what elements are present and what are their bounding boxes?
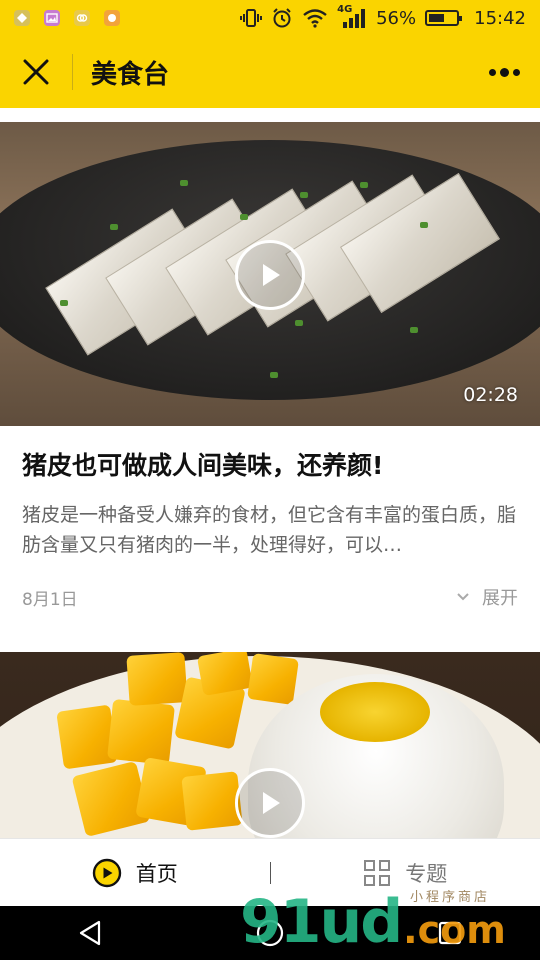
title-divider [72, 54, 73, 90]
thumbnail-garnish [295, 320, 303, 326]
battery-percent: 56% [376, 7, 417, 29]
status-time: 15:42 [474, 7, 526, 29]
network-type: 4G [337, 4, 353, 15]
article-description: 猪皮是一种备受人嫌弃的食材，但它含有丰富的蛋白质，脂肪含量又只有猪肉的一半，处理… [22, 504, 517, 556]
more-dot [499, 67, 509, 77]
video-duration: 02:28 [463, 384, 518, 406]
battery-level [429, 14, 444, 22]
article-date: 8月1日 [22, 589, 78, 610]
thumbnail-food [247, 653, 299, 705]
thumbnail-garnish [180, 180, 188, 186]
feed-top-spacer [0, 108, 540, 122]
video-thumbnail[interactable] [0, 652, 540, 838]
tab-home[interactable]: 首页 [0, 839, 270, 906]
thumbnail-garnish [360, 182, 368, 188]
thumbnail-food [181, 771, 243, 831]
thumbnail-garnish [300, 192, 308, 198]
status-bar-notifications [14, 10, 120, 26]
play-icon [263, 264, 280, 286]
close-button[interactable] [0, 36, 72, 108]
title-bar: 美食台 [0, 36, 540, 108]
play-circle-icon [92, 858, 121, 887]
page-title: 美食台 [91, 59, 170, 90]
back-button[interactable] [60, 906, 120, 960]
play-icon [263, 792, 280, 814]
thumbnail-garnish [240, 214, 248, 220]
thumbnail-garnish [270, 372, 278, 378]
thumbnail-food [126, 652, 188, 706]
watermark-logo: 91ud [240, 887, 403, 957]
article-card[interactable] [0, 652, 540, 838]
article-spacer [0, 612, 540, 652]
cellular-signal-icon: 4G [337, 4, 367, 29]
gallery-icon [44, 10, 60, 26]
thumbnail-food [107, 698, 175, 766]
chevron-down-icon [457, 593, 469, 601]
grid-icon [364, 859, 391, 886]
play-button[interactable] [235, 768, 305, 838]
back-triangle-icon [79, 920, 101, 946]
app-notification-icon [74, 10, 90, 26]
tab-home-label: 首页 [135, 861, 178, 886]
watermark-tagline: 小程序商店 [410, 890, 491, 905]
article-feed[interactable]: 02:28 猪皮也可做成人间美味，还养颜! 猪皮是一种备受人嫌弃的食材，但它含有… [0, 108, 540, 838]
status-bar-indicators: 4G 56% 15:42 [240, 4, 526, 29]
expand-label: 展开 [482, 588, 518, 609]
play-button[interactable] [235, 240, 305, 310]
expand-button[interactable]: 展开 [456, 584, 518, 610]
video-thumbnail[interactable]: 02:28 [0, 122, 540, 426]
alarm-icon [271, 7, 293, 29]
thumbnail-garnish [320, 682, 430, 742]
watermark-domain: .com [403, 908, 506, 952]
wifi-icon [302, 8, 328, 28]
app-notification-icon [104, 10, 120, 26]
thumbnail-garnish [420, 222, 428, 228]
more-dot [488, 68, 496, 76]
thumbnail-garnish [110, 224, 118, 230]
battery-icon [425, 10, 463, 26]
article-meta: 8月1日 展开 [22, 582, 518, 612]
more-dot [512, 68, 520, 76]
vibrate-icon [240, 8, 263, 28]
article-title[interactable]: 猪皮也可做成人间美味，还养颜! [22, 448, 518, 484]
status-bar: 4G 56% 15:42 [0, 0, 540, 36]
site-watermark: 小程序商店 91ud .com [240, 887, 506, 957]
tab-topics-label: 专题 [405, 861, 448, 886]
thumbnail-garnish [410, 327, 418, 333]
article-card[interactable]: 02:28 猪皮也可做成人间美味，还养颜! 猪皮是一种备受人嫌弃的食材，但它含有… [0, 122, 540, 652]
more-options-button[interactable] [468, 36, 540, 108]
app-notification-icon [14, 10, 30, 26]
thumbnail-garnish [60, 300, 68, 306]
article-body: 猪皮也可做成人间美味，还养颜! 猪皮是一种备受人嫌弃的食材，但它含有丰富的蛋白质… [0, 426, 540, 612]
close-icon [23, 59, 49, 85]
